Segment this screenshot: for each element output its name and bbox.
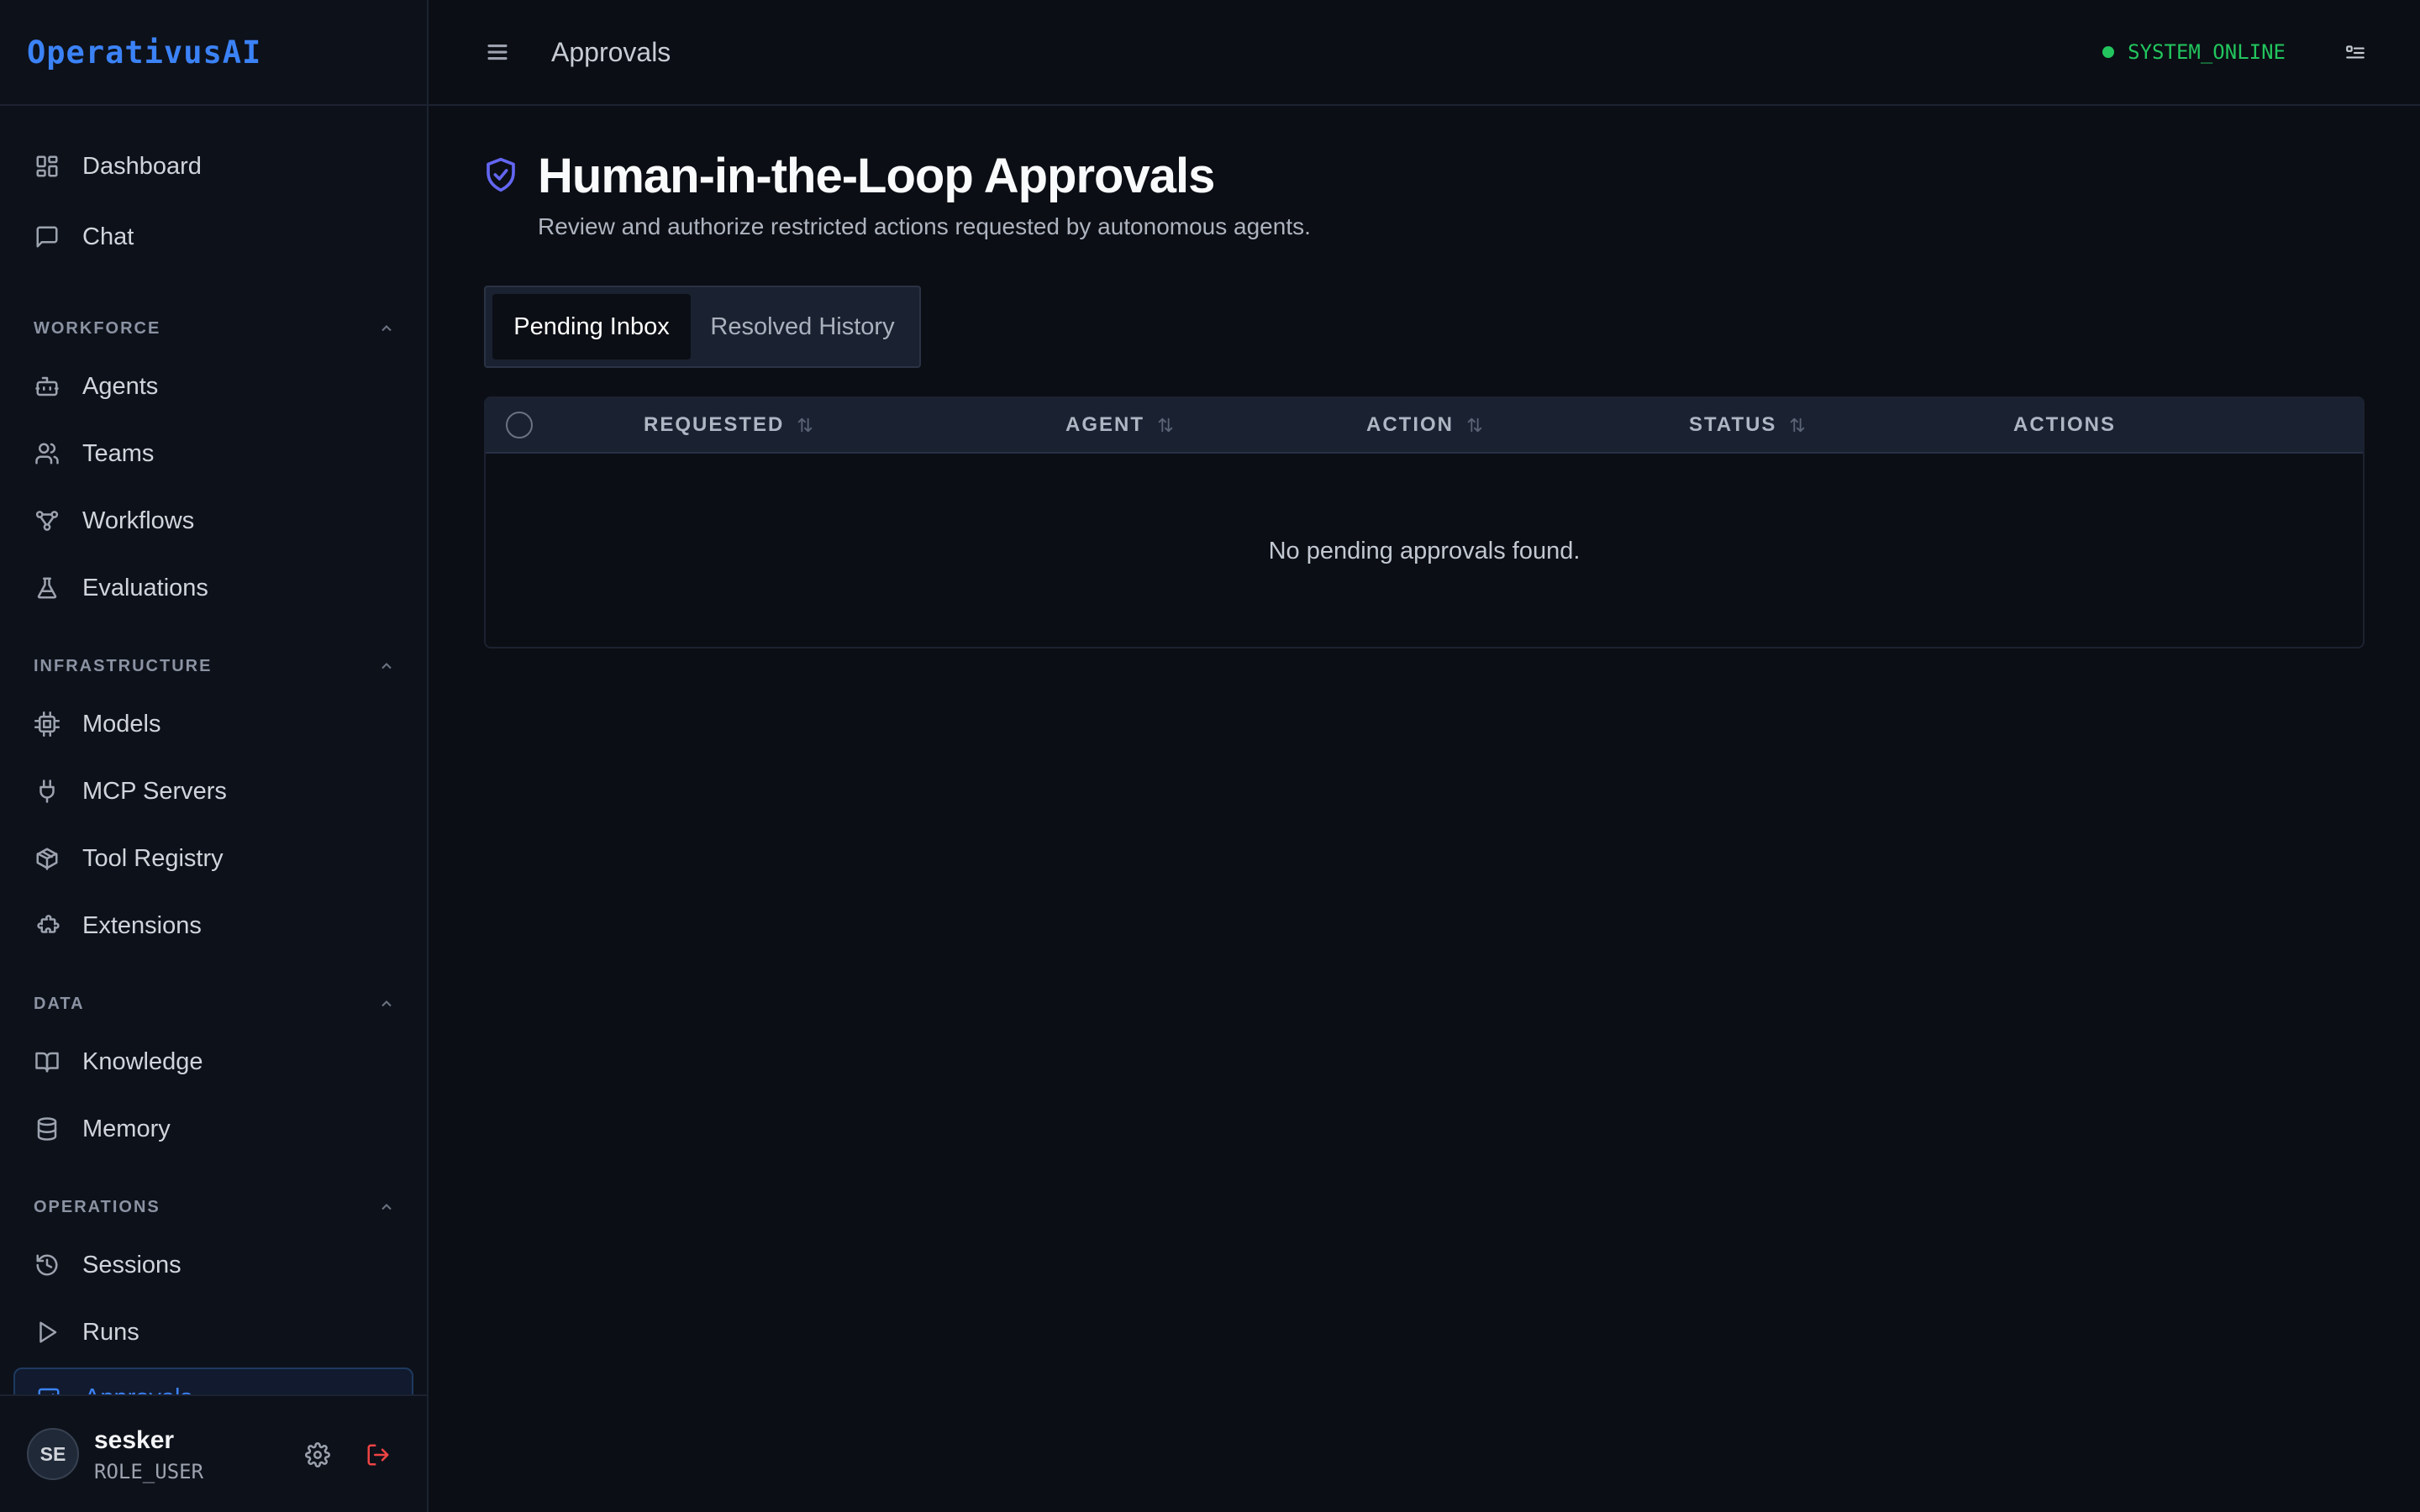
main-content: Human-in-the-Loop Approvals Review and a… bbox=[429, 106, 2420, 1512]
tab-resolved-history[interactable]: Resolved History bbox=[697, 294, 908, 360]
sort-icon bbox=[1467, 417, 1482, 433]
column-label: ACTIONS bbox=[2013, 413, 2116, 436]
top-header: Approvals SYSTEM_ONLINE bbox=[429, 0, 2420, 106]
chevron-up-icon bbox=[381, 325, 392, 332]
tab-pending-inbox[interactable]: Pending Inbox bbox=[492, 294, 691, 360]
sidebar-item-label: Workflows bbox=[82, 507, 195, 534]
sidebar-item-label: Chat bbox=[82, 223, 134, 250]
sidebar-item-workflows[interactable]: Workflows bbox=[13, 491, 413, 551]
settings-button[interactable] bbox=[301, 1438, 334, 1472]
sidebar-item-knowledge[interactable]: Knowledge bbox=[13, 1032, 413, 1092]
section-header-data[interactable]: DATA bbox=[34, 991, 395, 1016]
dashboard-icon bbox=[34, 153, 60, 180]
column-header-actions: ACTIONS bbox=[2013, 398, 2116, 452]
column-label: REQUESTED bbox=[644, 413, 785, 436]
user-bar: SE sesker ROLE_USER bbox=[0, 1394, 427, 1512]
sidebar-item-label: MCP Servers bbox=[82, 777, 227, 805]
sort-icon bbox=[1791, 417, 1805, 433]
brand[interactable]: OperativusAI bbox=[0, 0, 427, 106]
workflow-icon bbox=[34, 507, 60, 534]
sidebar-item-models[interactable]: Models bbox=[13, 694, 413, 754]
section-title: DATA bbox=[34, 994, 85, 1013]
menu-icon bbox=[487, 44, 508, 60]
user-role: ROLE_USER bbox=[94, 1460, 204, 1483]
header-options-button[interactable] bbox=[2341, 39, 2370, 67]
sidebar-item-label: Teams bbox=[82, 439, 155, 467]
sidebar-item-label: Dashboard bbox=[82, 152, 202, 180]
sidebar-item-label: Evaluations bbox=[82, 574, 208, 601]
section-title: WORKFORCE bbox=[34, 318, 161, 338]
menu-toggle-button[interactable] bbox=[482, 37, 513, 67]
sidebar-item-label: Memory bbox=[82, 1115, 171, 1142]
select-all-checkbox[interactable] bbox=[506, 412, 533, 438]
sidebar-item-label: Agents bbox=[82, 372, 159, 400]
sidebar-item-evaluations[interactable]: Evaluations bbox=[13, 558, 413, 618]
empty-state-message: No pending approvals found. bbox=[1268, 537, 1581, 564]
sidebar-item-runs[interactable]: Runs bbox=[13, 1302, 413, 1362]
plug-icon bbox=[34, 778, 60, 805]
sort-icon bbox=[1158, 417, 1173, 433]
status-text: SYSTEM_ONLINE bbox=[2128, 40, 2286, 64]
gear-icon bbox=[305, 1442, 330, 1467]
sidebar-item-sessions[interactable]: Sessions bbox=[13, 1235, 413, 1295]
column-label: STATUS bbox=[1689, 413, 1777, 436]
sidebar-item-mcp-servers[interactable]: MCP Servers bbox=[13, 761, 413, 822]
status-dot bbox=[2102, 46, 2115, 58]
sidebar-item-extensions[interactable]: Extensions bbox=[13, 895, 413, 956]
table-header: REQUESTED AGENT ACTION STATUS ACTIONS bbox=[486, 398, 2363, 454]
chevron-up-icon bbox=[381, 1204, 392, 1210]
sidebar-item-label: Sessions bbox=[82, 1251, 182, 1278]
section-title: OPERATIONS bbox=[34, 1197, 160, 1216]
section-header-workforce[interactable]: WORKFORCE bbox=[34, 316, 395, 341]
sidebar-item-label: Knowledge bbox=[82, 1047, 203, 1075]
book-icon bbox=[34, 1048, 60, 1075]
sidebar: OperativusAI Dashboard Chat WORKFORCE Ag… bbox=[0, 0, 429, 1512]
sidebar-item-label: Tool Registry bbox=[82, 844, 224, 872]
system-status: SYSTEM_ONLINE bbox=[2102, 40, 2286, 64]
header-title: Approvals bbox=[551, 37, 671, 67]
package-icon bbox=[34, 845, 60, 872]
section-header-operations[interactable]: OPERATIONS bbox=[34, 1194, 395, 1220]
flask-icon bbox=[34, 575, 60, 601]
list-icon bbox=[2346, 45, 2365, 59]
puzzle-icon bbox=[34, 912, 60, 939]
sidebar-item-tool-registry[interactable]: Tool Registry bbox=[13, 828, 413, 889]
approvals-table: REQUESTED AGENT ACTION STATUS ACTIONS No… bbox=[484, 396, 2365, 648]
section-header-infrastructure[interactable]: INFRASTRUCTURE bbox=[34, 654, 395, 679]
tab-bar: Pending Inbox Resolved History bbox=[484, 286, 921, 368]
sidebar-item-memory[interactable]: Memory bbox=[13, 1099, 413, 1159]
sidebar-item-label: Extensions bbox=[82, 911, 202, 939]
column-header-status[interactable]: STATUS bbox=[1689, 398, 1807, 452]
shield-check-icon bbox=[484, 156, 518, 193]
users-icon bbox=[34, 440, 60, 467]
chat-icon bbox=[34, 223, 60, 250]
database-icon bbox=[34, 1116, 60, 1142]
section-title: INFRASTRUCTURE bbox=[34, 656, 213, 675]
column-label: ACTION bbox=[1366, 413, 1454, 436]
bot-icon bbox=[34, 373, 60, 400]
sidebar-item-label: Runs bbox=[82, 1318, 139, 1346]
user-name: sesker bbox=[94, 1426, 175, 1454]
column-header-requested[interactable]: REQUESTED bbox=[644, 398, 814, 452]
page-title: Human-in-the-Loop Approvals bbox=[538, 149, 1215, 203]
brand-logo-text[interactable]: OperativusAI bbox=[27, 34, 261, 71]
sidebar-item-teams[interactable]: Teams bbox=[13, 423, 413, 484]
sidebar-item-chat[interactable]: Chat bbox=[13, 207, 413, 267]
logout-button[interactable] bbox=[361, 1438, 395, 1472]
chevron-up-icon bbox=[381, 663, 392, 669]
page-subtitle: Review and authorize restricted actions … bbox=[538, 213, 1311, 239]
sidebar-item-agents[interactable]: Agents bbox=[13, 356, 413, 417]
history-icon bbox=[34, 1252, 60, 1278]
play-icon bbox=[34, 1319, 60, 1346]
column-header-action[interactable]: ACTION bbox=[1366, 398, 1484, 452]
logout-icon bbox=[367, 1444, 389, 1466]
column-header-agent[interactable]: AGENT bbox=[1065, 398, 1175, 452]
cpu-icon bbox=[34, 711, 60, 738]
sidebar-item-label: Models bbox=[82, 710, 161, 738]
chevron-up-icon bbox=[381, 1000, 392, 1007]
sort-icon bbox=[798, 417, 813, 433]
column-label: AGENT bbox=[1065, 413, 1144, 436]
avatar[interactable]: SE bbox=[27, 1428, 79, 1480]
sidebar-item-dashboard[interactable]: Dashboard bbox=[13, 136, 413, 197]
